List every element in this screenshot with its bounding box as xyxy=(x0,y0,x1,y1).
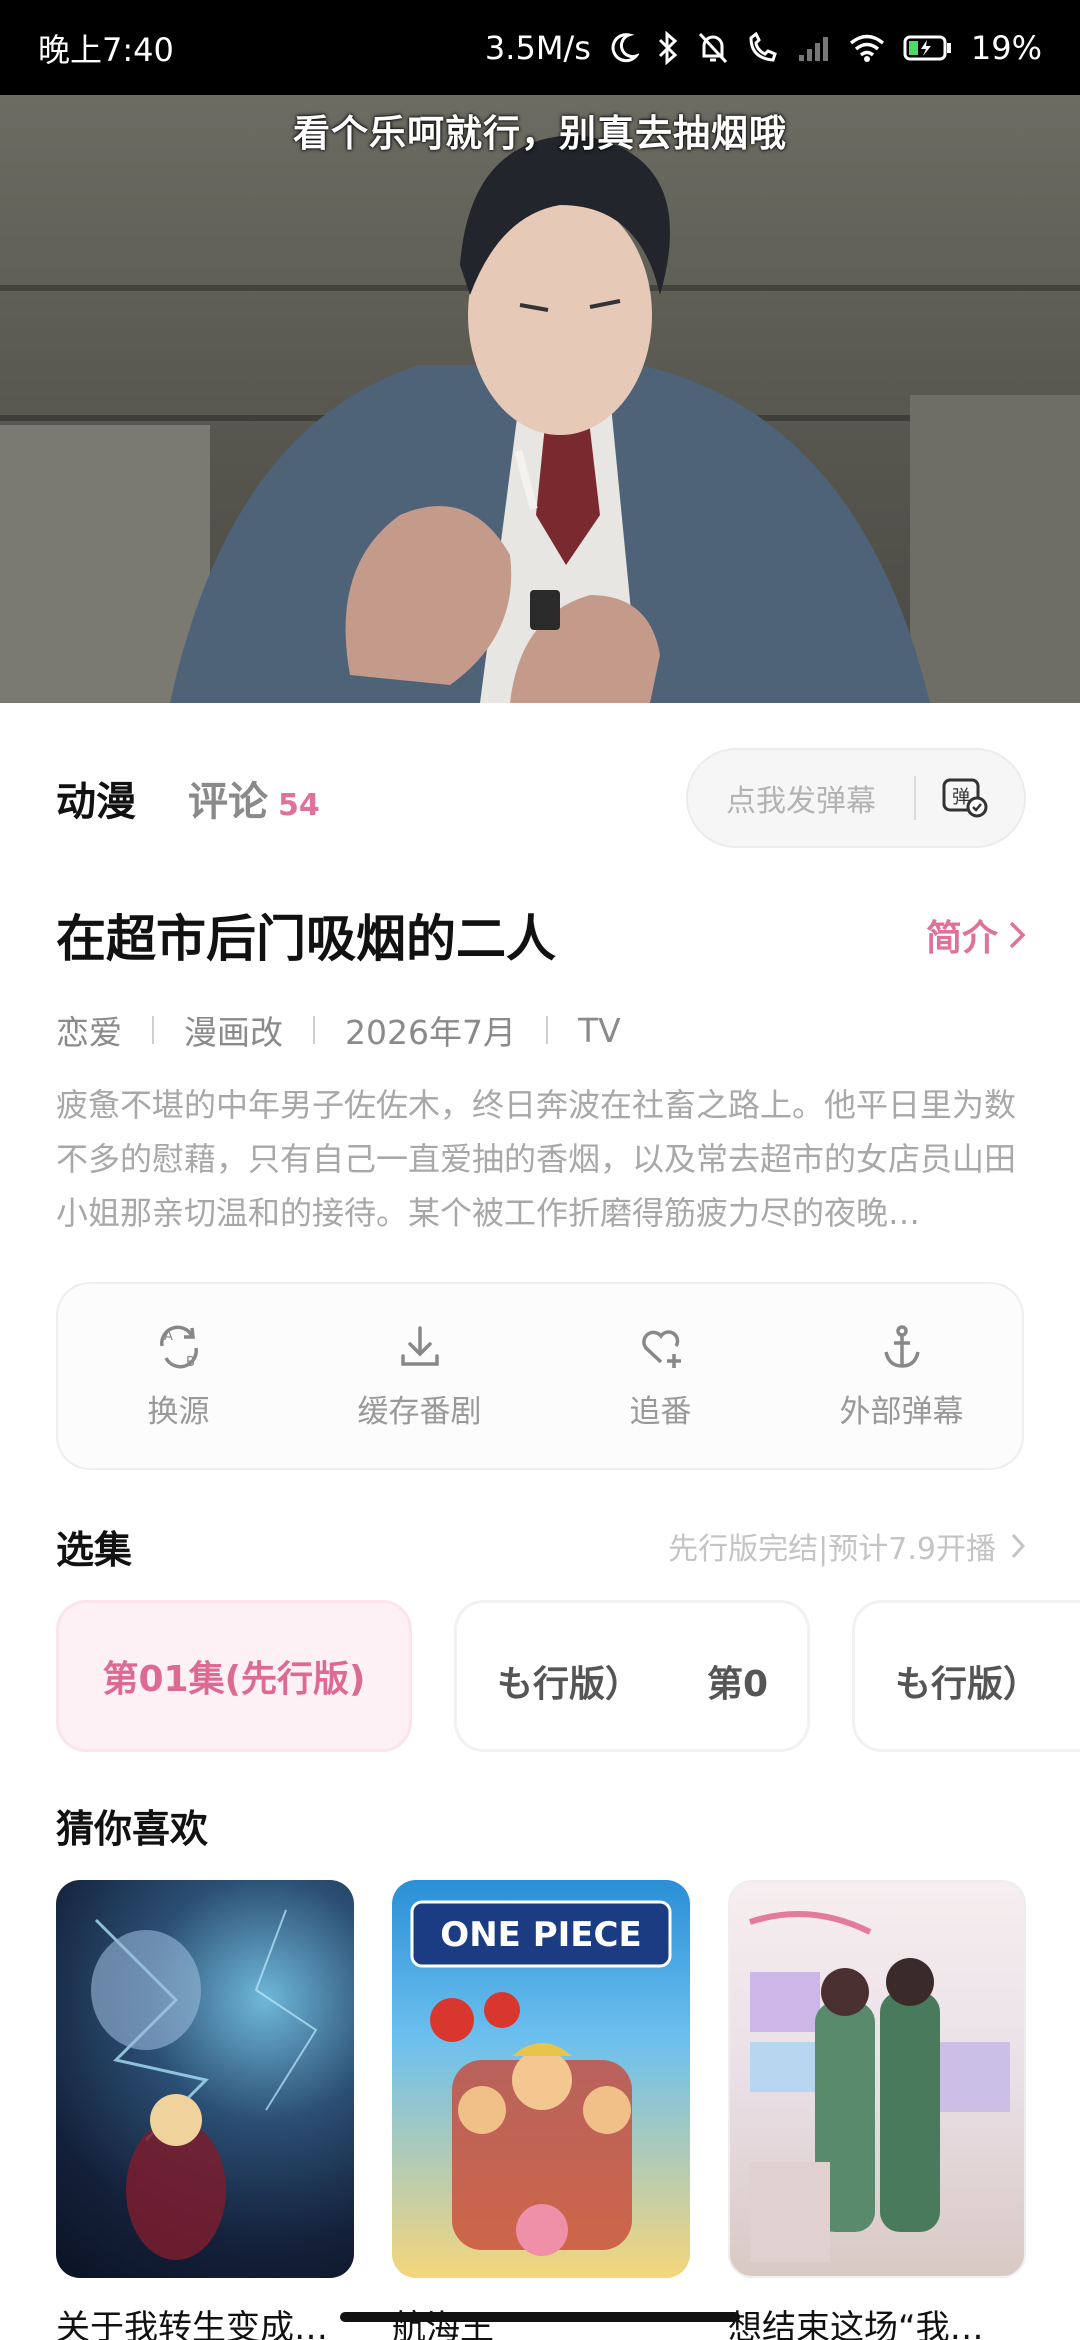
recommend-card[interactable]: ONE PIECE 航海王 xyxy=(392,1880,690,2340)
heart-add-icon xyxy=(641,1329,681,1368)
episode-label: も行版） xyxy=(497,1664,642,1705)
recommend-poster xyxy=(728,1880,1026,2278)
episode-label: も行版） xyxy=(895,1664,1040,1705)
danmu-placeholder: 点我发弹幕 xyxy=(726,784,876,819)
download-icon xyxy=(400,1325,439,1366)
tag-divider xyxy=(313,1016,315,1044)
poster-art xyxy=(749,1911,1010,2262)
show-description[interactable]: 疲惫不堪的中年男子佐佐木，终日奔波在社畜之路上。他平日里为数不多的慰藉，只有自己… xyxy=(56,1078,1026,1240)
wifi-icon xyxy=(849,34,884,62)
svg-text:A: A xyxy=(164,1329,173,1344)
recommend-poster: ONE PIECE xyxy=(392,1880,690,2278)
network-speed: 3.5M/s xyxy=(484,28,591,67)
episodes-title: 选集 xyxy=(56,1527,133,1572)
danmu-divider xyxy=(914,776,916,820)
recommend-item-title: 关于我转生变成… xyxy=(56,2308,328,2340)
chevron-right-icon xyxy=(1011,1533,1026,1559)
video-subtitle: 看个乐呵就行，别真去抽烟哦 xyxy=(293,112,787,155)
intro-link[interactable]: 简介 xyxy=(926,909,1026,961)
intro-label: 简介 xyxy=(925,918,998,959)
svg-text:B: B xyxy=(186,1355,195,1370)
external-danmu-button[interactable]: 外部弹幕 xyxy=(781,1284,1022,1468)
recommend-card[interactable]: 关于我转生变成… xyxy=(56,1880,354,2340)
video-player[interactable]: 看个乐呵就行，别真去抽烟哦 xyxy=(0,95,1080,703)
recommend-list: 关于我转生变成… ONE PIECE 航海王 想结束这场“我… xyxy=(56,1880,1080,2340)
recommend-item-title: 想结束这场“我… xyxy=(728,2308,984,2340)
danmu-input[interactable]: 点我发弹幕 弹 xyxy=(686,748,1026,848)
tab-anime[interactable]: 动漫 xyxy=(56,769,136,827)
show-title: 在超市后门吸烟的二人 xyxy=(56,910,556,968)
poster-art: ONE PIECE xyxy=(410,1900,672,2256)
status-time: 晚上7:40 xyxy=(38,30,174,69)
follow-button[interactable]: 追番 xyxy=(540,1284,781,1468)
episode-label-overlap: 第0 xyxy=(707,1664,769,1705)
action-label: 缓存番剧 xyxy=(357,1393,482,1430)
recommend-card[interactable]: 想结束这场“我… xyxy=(728,1880,1026,2340)
episode-item-3[interactable]: も行版） xyxy=(852,1600,1080,1752)
episode-item-1[interactable]: 第01集(先行版) xyxy=(56,1600,412,1752)
action-label: 外部弹幕 xyxy=(839,1393,964,1430)
recommend-title: 猜你喜欢 xyxy=(56,1806,209,1851)
battery-percent: 19% xyxy=(970,28,1042,67)
tag-genre: 恋爱 xyxy=(56,1013,122,1052)
episode-label: 第01集(先行版) xyxy=(102,1659,366,1700)
anchor-icon xyxy=(883,1324,920,1368)
signal-icon xyxy=(798,36,828,61)
tab-comments-label: 评论 xyxy=(188,779,268,825)
chevron-right-icon xyxy=(1009,921,1026,949)
tag-format: TV xyxy=(577,1010,621,1050)
poster-art xyxy=(91,1909,318,2260)
tag-source: 漫画改 xyxy=(184,1013,283,1052)
action-label: 追番 xyxy=(629,1393,692,1430)
tag-date: 2026年7月 xyxy=(345,1013,516,1052)
comments-count: 54 xyxy=(278,788,320,823)
status-bar: 晚上7:40 3.5M/s 19% xyxy=(0,0,1080,95)
tabs-row: 动漫 评论 54 点我发弹幕 弹 xyxy=(56,748,1026,848)
mute-bell-icon xyxy=(698,32,727,63)
recommend-poster xyxy=(56,1880,354,2278)
bluetooth-icon xyxy=(658,30,678,65)
title-row: 在超市后门吸烟的二人 简介 xyxy=(56,900,1026,970)
video-frame-illustration xyxy=(0,135,1080,703)
call-icon xyxy=(749,31,777,62)
tags-row: 恋爱 漫画改 2026年7月 TV xyxy=(56,1005,621,1055)
tag-divider xyxy=(152,1016,154,1044)
moon-icon xyxy=(611,32,639,62)
episodes-status[interactable]: 先行版完结|预计7.9开播 xyxy=(668,1524,1026,1568)
switch-source-icon: A B xyxy=(159,1325,198,1370)
action-bar: A B 换源 缓存番剧 追番 外部弹幕 xyxy=(56,1282,1024,1470)
episode-item-2[interactable]: も行版） 第0 xyxy=(454,1600,810,1752)
poster-logo-text: ONE PIECE xyxy=(440,1915,641,1955)
tab-comments[interactable]: 评论 54 xyxy=(188,769,320,827)
danmu-settings-icon[interactable]: 弹 xyxy=(942,778,988,818)
battery-icon xyxy=(903,35,951,60)
action-label: 换源 xyxy=(147,1393,210,1430)
download-button[interactable]: 缓存番剧 xyxy=(299,1284,540,1468)
status-icons: 3.5M/s 19% xyxy=(485,29,1042,67)
switch-source-button[interactable]: A B 换源 xyxy=(58,1284,299,1468)
episodes-status-text: 先行版完结|预计7.9开播 xyxy=(668,1532,996,1567)
recommend-header: 猜你喜欢 xyxy=(56,1795,1026,1855)
home-indicator[interactable] xyxy=(340,2312,740,2322)
tag-divider xyxy=(545,1016,548,1044)
episode-list: 第01集(先行版) も行版） 第0 も行版） xyxy=(56,1600,1080,1752)
episodes-header: 选集 先行版完结|预计7.9开播 xyxy=(56,1516,1026,1576)
